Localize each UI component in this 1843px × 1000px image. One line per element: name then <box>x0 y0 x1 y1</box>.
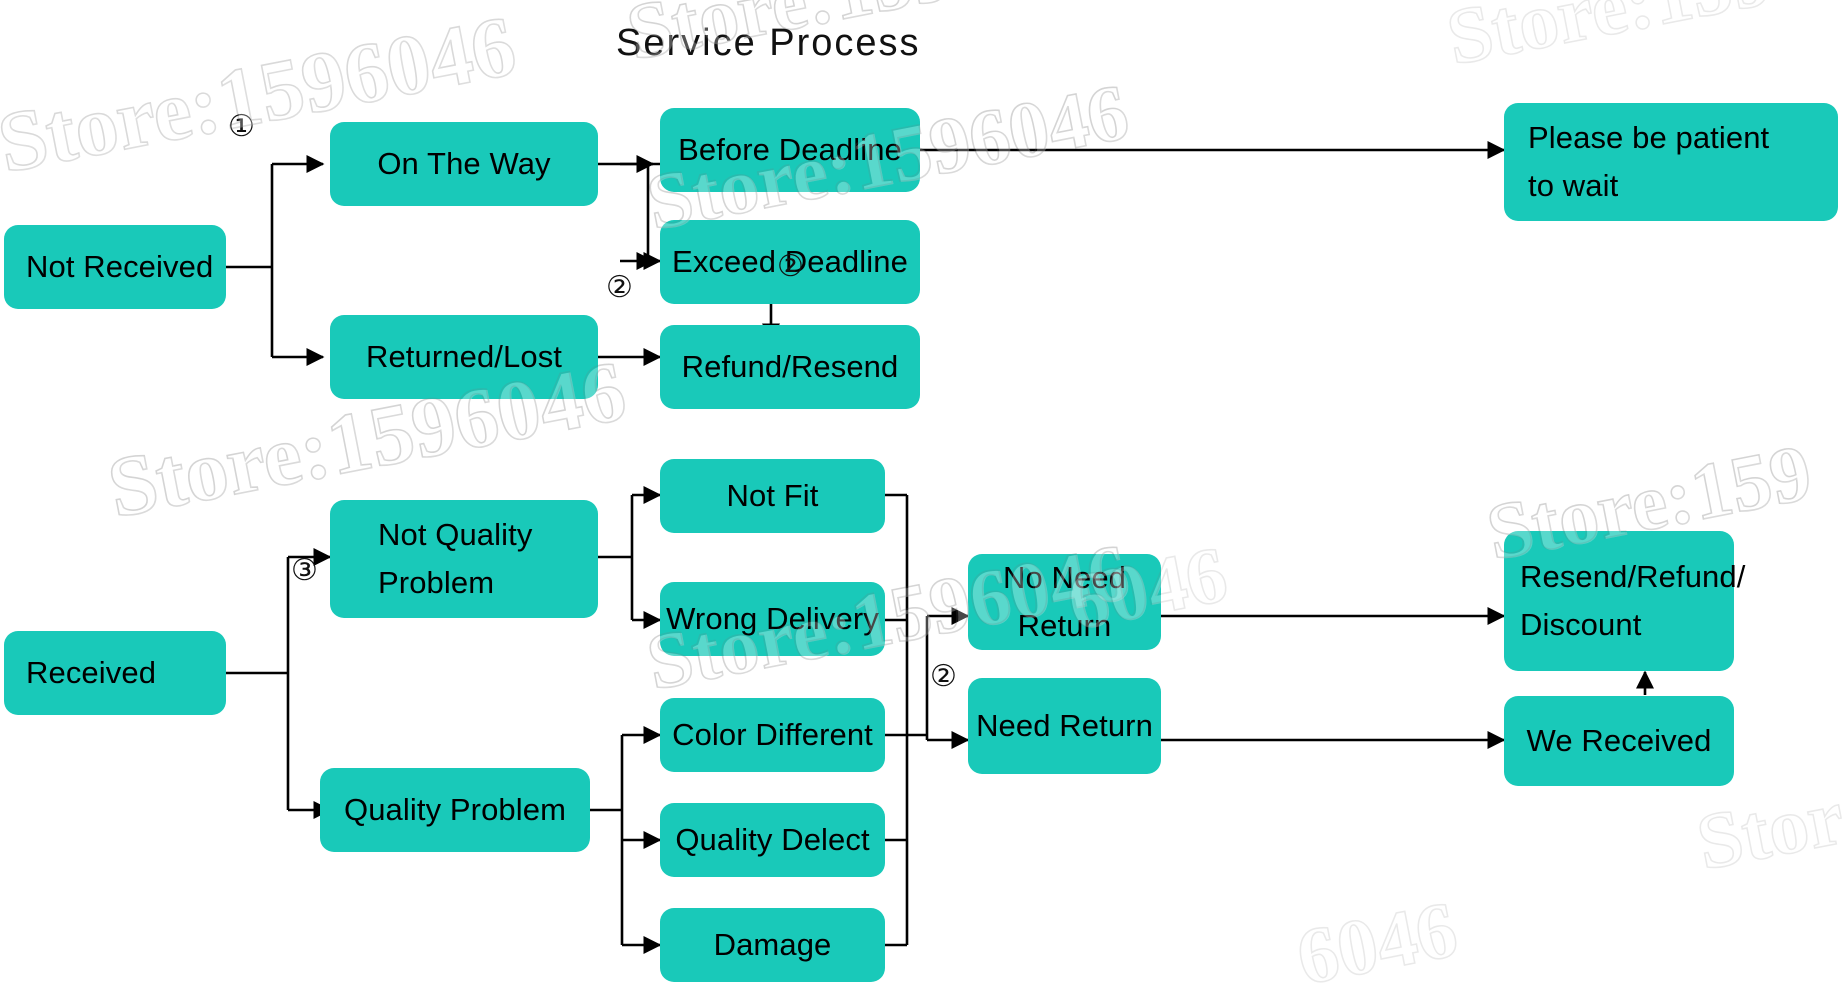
node-label: Before Deadline <box>678 131 902 167</box>
node-layer: Service Process Not Received On The Way … <box>0 0 1843 1000</box>
node-label-line2: to wait <box>1528 168 1619 203</box>
node-label: Not Fit <box>726 477 819 513</box>
node-label: No Need Return <box>1002 559 1127 643</box>
node-label: Color Different <box>672 716 873 752</box>
node-before-deadline[interactable]: Before Deadline <box>660 108 920 192</box>
node-not-fit[interactable]: Not Fit <box>660 459 885 533</box>
node-label: We Received <box>1526 722 1712 758</box>
step-marker-2: ② <box>606 271 633 304</box>
node-label: On The Way <box>377 145 551 181</box>
node-color-different[interactable]: Color Different <box>660 698 885 772</box>
node-label-line1: Not Quality <box>378 516 533 552</box>
page-title: Service Process <box>616 22 921 64</box>
node-not-quality-problem[interactable]: Not Quality Problem <box>330 500 598 618</box>
node-we-received[interactable]: We Received <box>1504 696 1734 786</box>
node-quality-delect[interactable]: Quality Delect <box>660 803 885 877</box>
node-not-received[interactable]: Not Received <box>4 225 226 309</box>
service-process-flowchart: Store:1596046 Store:1596046 Store:159604… <box>0 0 1843 1000</box>
node-label: Refund/Resend <box>681 348 899 384</box>
node-label: Quality Delect <box>675 821 870 857</box>
node-on-the-way[interactable]: On The Way <box>330 122 598 206</box>
node-label-line2: Discount <box>1520 607 1642 642</box>
node-damage[interactable]: Damage <box>660 908 885 982</box>
node-received[interactable]: Received <box>4 631 226 715</box>
node-label: Wrong Delivery <box>666 600 879 636</box>
node-label: Quality Problem <box>343 791 567 827</box>
node-label-line1: Please be patient <box>1528 119 1770 155</box>
node-label-line2: Problem <box>378 565 495 600</box>
step-marker-5: ② <box>930 660 957 693</box>
node-please-be-patient-to-wait[interactable]: Please be patient to wait <box>1504 103 1838 221</box>
step-marker-4: ③ <box>291 554 318 587</box>
node-label-line1: Resend/Refund/ <box>1520 558 1746 594</box>
node-label: Not Received <box>26 248 214 284</box>
step-marker-3: ② <box>777 250 804 283</box>
node-wrong-delivery[interactable]: Wrong Delivery <box>660 582 885 656</box>
node-label: Returned/Lost <box>365 338 563 374</box>
node-label: Need Return <box>976 707 1153 743</box>
node-quality-problem[interactable]: Quality Problem <box>320 768 590 852</box>
step-marker-1: ① <box>228 110 255 143</box>
node-returned-lost[interactable]: Returned/Lost <box>330 315 598 399</box>
node-label: Received <box>26 654 157 690</box>
node-no-need-return[interactable]: No Need Return <box>968 554 1161 650</box>
node-need-return[interactable]: Need Return <box>968 678 1161 774</box>
node-resend-refund-discount[interactable]: Resend/Refund/ Discount <box>1504 531 1746 671</box>
node-label: Damage <box>713 926 832 962</box>
node-refund-resend[interactable]: Refund/Resend <box>660 325 920 409</box>
